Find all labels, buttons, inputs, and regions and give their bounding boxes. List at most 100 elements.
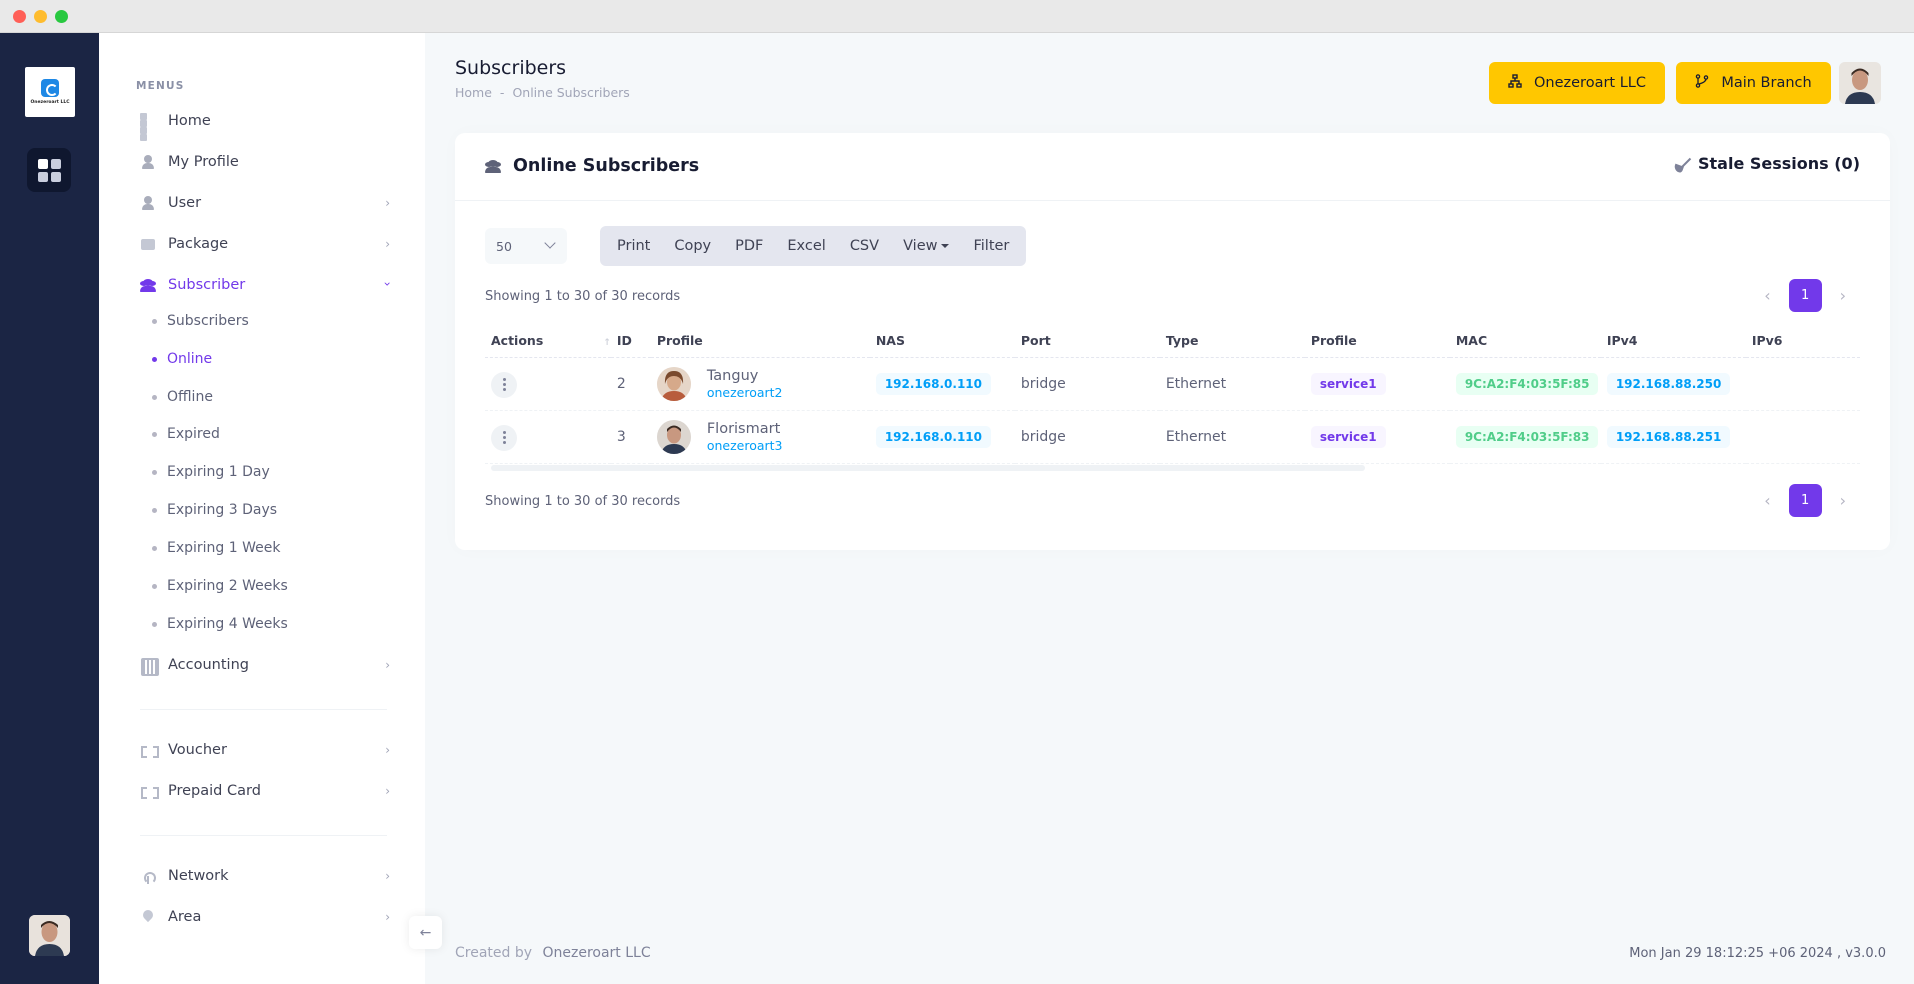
cell-ipv6 (1745, 357, 1860, 411)
breadcrumb-home[interactable]: Home (455, 85, 492, 100)
page-title: Subscribers (455, 57, 567, 79)
col-port[interactable]: Port (1014, 325, 1160, 358)
horizontal-scrollbar[interactable] (491, 465, 1365, 471)
cell-id: 3 (610, 410, 651, 464)
profile-cell: Tanguy onezeroart2 (656, 366, 870, 401)
chevron-right-icon: › (385, 196, 390, 210)
filter-button[interactable]: Filter (961, 226, 1021, 266)
grid-icon (140, 113, 156, 141)
bullet-icon (152, 356, 157, 362)
sidebar-sub-subscribers[interactable]: Subscribers (152, 310, 249, 332)
close-window-button[interactable] (13, 10, 26, 23)
print-button[interactable]: Print (605, 226, 662, 266)
breadcrumb: Home - Online Subscribers (455, 85, 630, 100)
sidebar-sub-expired[interactable]: Expired (152, 423, 220, 445)
prev-page-button[interactable]: ‹ (1764, 491, 1770, 510)
copy-button[interactable]: Copy (662, 226, 723, 266)
sub-item-label: Expiring 4 Weeks (167, 616, 288, 632)
sidebar-item-home[interactable]: Home (140, 108, 390, 141)
ipv4-badge: 192.168.88.250 (1606, 372, 1731, 395)
maximize-window-button[interactable] (55, 10, 68, 23)
excel-button[interactable]: Excel (775, 226, 837, 266)
col-id[interactable]: ID (610, 325, 651, 358)
logo-text: Onezeroart LLC (30, 100, 70, 105)
sidebar-sub-expiring-3-days[interactable]: Expiring 3 Days (152, 499, 277, 521)
brand-logo[interactable]: Onezeroart LLC (25, 67, 75, 117)
pdf-button[interactable]: PDF (723, 226, 775, 266)
sitemap-icon (1508, 74, 1522, 92)
chevron-down-icon (544, 237, 556, 249)
col-type[interactable]: Type (1159, 325, 1305, 358)
sub-item-label: Expiring 1 Week (167, 540, 281, 556)
bullet-icon (152, 318, 157, 324)
subscriber-username-link[interactable]: onezeroart3 (707, 438, 783, 454)
chevron-right-icon: › (385, 869, 390, 883)
col-ipv6[interactable]: IPv6 (1745, 325, 1860, 358)
sort-icon: ↑ (603, 338, 611, 349)
sidebar-item-package[interactable]: Package › (140, 231, 390, 257)
page-1-button[interactable]: 1 (1788, 279, 1822, 312)
user-avatar[interactable] (29, 915, 70, 956)
view-dropdown-button[interactable]: View (891, 226, 961, 266)
sidebar-item-accounting[interactable]: Accounting › (140, 652, 390, 678)
next-page-button[interactable]: › (1840, 286, 1846, 305)
subscriber-username-link[interactable]: onezeroart2 (707, 385, 783, 401)
sidebar-item-user[interactable]: User › (140, 190, 390, 216)
sidebar-sub-online[interactable]: Online (152, 348, 212, 370)
sidebar-item-prepaid-card[interactable]: Prepaid Card › (140, 778, 390, 804)
dashboard-apps-button[interactable] (27, 148, 71, 192)
col-mac[interactable]: MAC (1449, 325, 1601, 358)
sidebar-sub-expiring-2-weeks[interactable]: Expiring 2 Weeks (152, 575, 288, 597)
ticket-icon (140, 742, 159, 758)
cell-port: bridge (1014, 410, 1160, 464)
stale-sessions-label: Stale Sessions (0) (1697, 154, 1860, 173)
calculator-icon (140, 657, 159, 676)
profile-badge: service1 (1310, 425, 1386, 448)
sidebar-item-my-profile[interactable]: My Profile (140, 149, 390, 175)
sub-item-label: Expiring 1 Day (167, 464, 270, 480)
sidebar-item-network[interactable]: Network › (140, 863, 390, 889)
card-title: Online Subscribers (485, 156, 699, 176)
header-user-avatar[interactable] (1839, 62, 1881, 104)
minimize-window-button[interactable] (34, 10, 47, 23)
sidebar-item-label: Subscriber (168, 277, 246, 293)
row-actions-button[interactable] (491, 424, 517, 451)
bullet-icon (152, 431, 157, 437)
col-nas[interactable]: NAS (869, 325, 1015, 358)
breadcrumb-current: Online Subscribers (512, 85, 630, 100)
row-actions-button[interactable] (491, 371, 517, 398)
csv-button[interactable]: CSV (838, 226, 891, 266)
col-actions[interactable]: Actions ↑ (485, 325, 611, 358)
chevron-right-icon: › (385, 658, 390, 672)
cell-id: 2 (610, 357, 651, 411)
sidebar-item-area[interactable]: Area › (140, 904, 390, 930)
sidebar-sub-expiring-1-week[interactable]: Expiring 1 Week (152, 537, 280, 559)
table-header-row: Actions ↑ ID Profile NAS Port Type Profil… (485, 325, 1860, 358)
sidebar-item-subscriber[interactable]: Subscriber › (140, 272, 395, 298)
card-title-text: Online Subscribers (513, 156, 700, 176)
company-button[interactable]: Onezeroart LLC (1489, 62, 1665, 104)
col-profile-name[interactable]: Profile (650, 325, 870, 358)
col-ipv4[interactable]: IPv4 (1600, 325, 1746, 358)
sidebar-sub-offline[interactable]: Offline (152, 386, 213, 408)
page-length-select[interactable]: 50 (485, 228, 567, 264)
next-page-button[interactable]: › (1840, 491, 1846, 510)
online-subscribers-card: Online Subscribers Stale Sessions (0) 50… (455, 133, 1890, 550)
branch-button[interactable]: Main Branch (1676, 62, 1831, 104)
page-1-button[interactable]: 1 (1788, 484, 1822, 517)
ipv4-badge: 192.168.88.251 (1606, 425, 1731, 448)
grid-icon (37, 158, 48, 169)
sidebar-sub-expiring-1-day[interactable]: Expiring 1 Day (152, 461, 270, 483)
prev-page-button[interactable]: ‹ (1764, 286, 1770, 305)
stale-sessions-button[interactable]: Stale Sessions (0) (1672, 154, 1860, 173)
bullet-icon (152, 394, 157, 400)
col-profile[interactable]: Profile (1304, 325, 1450, 358)
sidebar-sub-expiring-4-weeks[interactable]: Expiring 4 Weeks (152, 613, 288, 635)
cell-port: bridge (1014, 357, 1160, 411)
footer-datetime-version: Mon Jan 29 18:12:25 +06 2024 , v3.0.0 (1629, 946, 1886, 961)
sidebar-collapse-button[interactable]: ← (409, 916, 442, 949)
sidebar-item-voucher[interactable]: Voucher › (140, 737, 390, 763)
company-button-label: Onezeroart LLC (1534, 75, 1646, 91)
user-icon (140, 154, 156, 170)
footer-company-link[interactable]: Onezeroart LLC (542, 945, 650, 961)
